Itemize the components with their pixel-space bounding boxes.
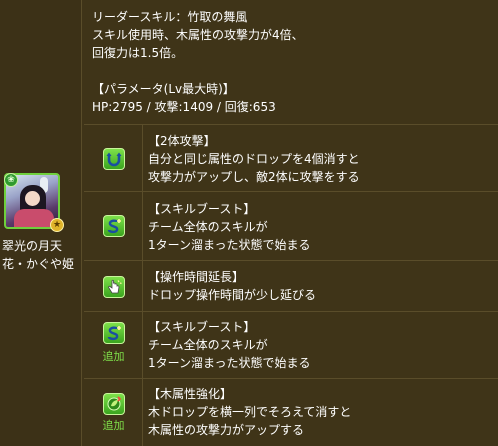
parameters-header: 【パラメータ(Lv最大時)】 [92,82,235,96]
character-name-line2: 花・かぐや姫 [2,257,75,271]
wood-row-enhance-icon [103,393,125,415]
leader-skill-desc-2: 回復力は1.5倍。 [92,46,184,60]
time-extend-icon [103,276,125,298]
awakening-desc: チーム全体のスキルが [148,338,268,352]
awakening-desc: チーム全体のスキルが [148,220,268,234]
awakening-desc: 自分と同じ属性のドロップを4個消すと [148,152,360,166]
awakening-title: 【2体攻撃】 [148,134,216,148]
leader-skill-section: リーダースキル：竹取の舞風 スキル使用時、木属性の攻撃力が4倍、 回復力は1.5… [84,0,498,125]
awakening-title: 【操作時間延長】 [148,270,245,284]
added-label: 追加 [102,350,125,363]
leader-skill-desc-1: スキル使用時、木属性の攻撃力が4倍、 [92,28,304,42]
awakening-title: 【スキルブースト】 [148,202,256,216]
awakening-desc: 1ターン溜まった状態で始まる [148,356,311,370]
skill-boost-icon [103,215,125,237]
awakening-row: 追加 【木属性強化】 木ドロップを横一列でそろえて消すと 木属性の攻撃力がアップ… [84,379,498,446]
two-pronged-attack-icon [103,148,125,170]
awakening-desc: 攻撃力がアップし、敵2体に攻撃をする [148,170,360,184]
awakening-desc: 木属性の攻撃力がアップする [148,423,305,437]
awakening-row: 【2体攻撃】 自分と同じ属性のドロップを4個消すと 攻撃力がアップし、敵2体に攻… [84,125,498,192]
awakening-desc: 木ドロップを横一列でそろえて消すと [148,405,352,419]
awakening-desc: ドロップ操作時間が少し延びる [148,288,317,302]
awakening-title: 【スキルブースト】 [148,320,256,334]
monster-detail-card: ❀ ★ 翠光の月天 花・かぐや姫 リーダースキル：竹取の舞風 スキル使用時、木属… [0,0,498,446]
wood-attribute-icon: ❀ [4,173,18,187]
character-name-line1: 翠光の月天 [2,239,63,253]
added-label: 追加 [102,419,125,432]
skill-boost-icon [103,322,125,344]
awakening-desc: 1ターン溜まった状態で始まる [148,238,311,252]
awakening-row: 追加 【スキルブースト】 チーム全体のスキルが 1ターン溜まった状態で始まる [84,312,498,379]
awakening-row: 【操作時間延長】 ドロップ操作時間が少し延びる [84,261,498,312]
parameters-stats: HP:2795 / 攻撃:1409 / 回復:653 [92,100,276,114]
awakening-title: 【木属性強化】 [148,387,233,401]
leader-skill-name: リーダースキル：竹取の舞風 [92,10,248,24]
star-icon: ★ [50,218,64,232]
character-column: ❀ ★ 翠光の月天 花・かぐや姫 [0,0,82,446]
awakening-row: 【スキルブースト】 チーム全体のスキルが 1ターン溜まった状態で始まる [84,192,498,261]
character-name: 翠光の月天 花・かぐや姫 [2,237,82,273]
